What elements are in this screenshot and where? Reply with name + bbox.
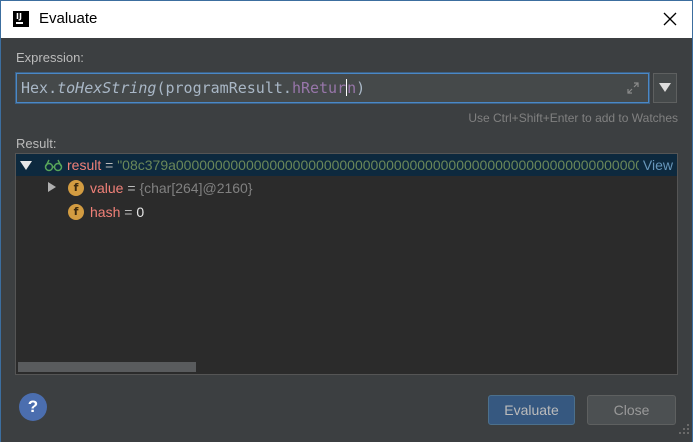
expr-field: hRetur xyxy=(291,79,347,97)
field-value: {char[264]@2160} xyxy=(139,180,253,196)
expr-arg: programResult xyxy=(165,79,283,97)
field-value: 0 xyxy=(136,204,145,220)
result-eq: = xyxy=(101,157,118,173)
evaluate-button[interactable]: Evaluate xyxy=(488,395,575,425)
expr-paren-open: ( xyxy=(156,79,166,97)
tree-row-hash[interactable]: f hash = 0 xyxy=(16,201,677,223)
expr-class: Hex xyxy=(21,79,49,97)
close-icon[interactable] xyxy=(657,6,683,32)
field-name: hash xyxy=(90,204,121,220)
expr-method: toHexString xyxy=(57,79,157,97)
dropdown-arrow-icon xyxy=(659,83,671,92)
result-label: Result: xyxy=(16,136,57,151)
tree-row-result[interactable]: result = "08c379a00000000000000000000000… xyxy=(16,154,677,176)
expr-field-end: n xyxy=(347,79,357,97)
expression-label: Expression: xyxy=(16,50,84,65)
expression-input[interactable]: Hex.toHexString(programResult.hReturn) xyxy=(16,73,649,103)
watches-hint: Use Ctrl+Shift+Enter to add to Watches xyxy=(468,111,678,125)
intellij-icon: IJ xyxy=(13,11,29,27)
field-f-icon: f xyxy=(68,180,84,196)
view-link[interactable]: View xyxy=(638,157,673,173)
expr-dot2: . xyxy=(282,79,292,97)
expr-paren-close: ) xyxy=(356,79,366,97)
close-button[interactable]: Close xyxy=(587,395,676,425)
resize-grip-icon[interactable] xyxy=(673,418,693,440)
window-title: Evaluate xyxy=(39,10,98,27)
title-bar: IJ Evaluate xyxy=(1,1,692,38)
help-button[interactable]: ? xyxy=(19,393,47,421)
horizontal-scrollbar[interactable] xyxy=(18,362,196,372)
result-name: result xyxy=(67,157,102,173)
dialog-content: Expression: Hex.toHexString(programResul… xyxy=(1,38,692,442)
result-tree[interactable]: result = "08c379a00000000000000000000000… xyxy=(15,153,678,375)
field-eq: = xyxy=(120,204,137,220)
evaluate-dialog: IJ Evaluate Expression: Hex.toHexString(… xyxy=(0,0,693,442)
field-f-icon: f xyxy=(68,204,84,220)
tree-row-value[interactable]: f value = {char[264]@2160} xyxy=(16,177,677,199)
result-value: "08c379a00000000000000000000000000000000… xyxy=(117,157,673,173)
watch-glasses-icon xyxy=(43,157,63,173)
expression-text[interactable]: Hex.toHexString(programResult.hReturn) xyxy=(21,79,365,97)
field-eq: = xyxy=(123,180,140,196)
expand-icon[interactable] xyxy=(626,81,640,95)
field-name: value xyxy=(90,180,124,196)
expr-dot: . xyxy=(48,79,58,97)
history-dropdown-button[interactable] xyxy=(653,73,677,103)
collapse-arrow-icon[interactable] xyxy=(20,161,32,170)
expand-arrow-icon[interactable] xyxy=(48,182,56,192)
